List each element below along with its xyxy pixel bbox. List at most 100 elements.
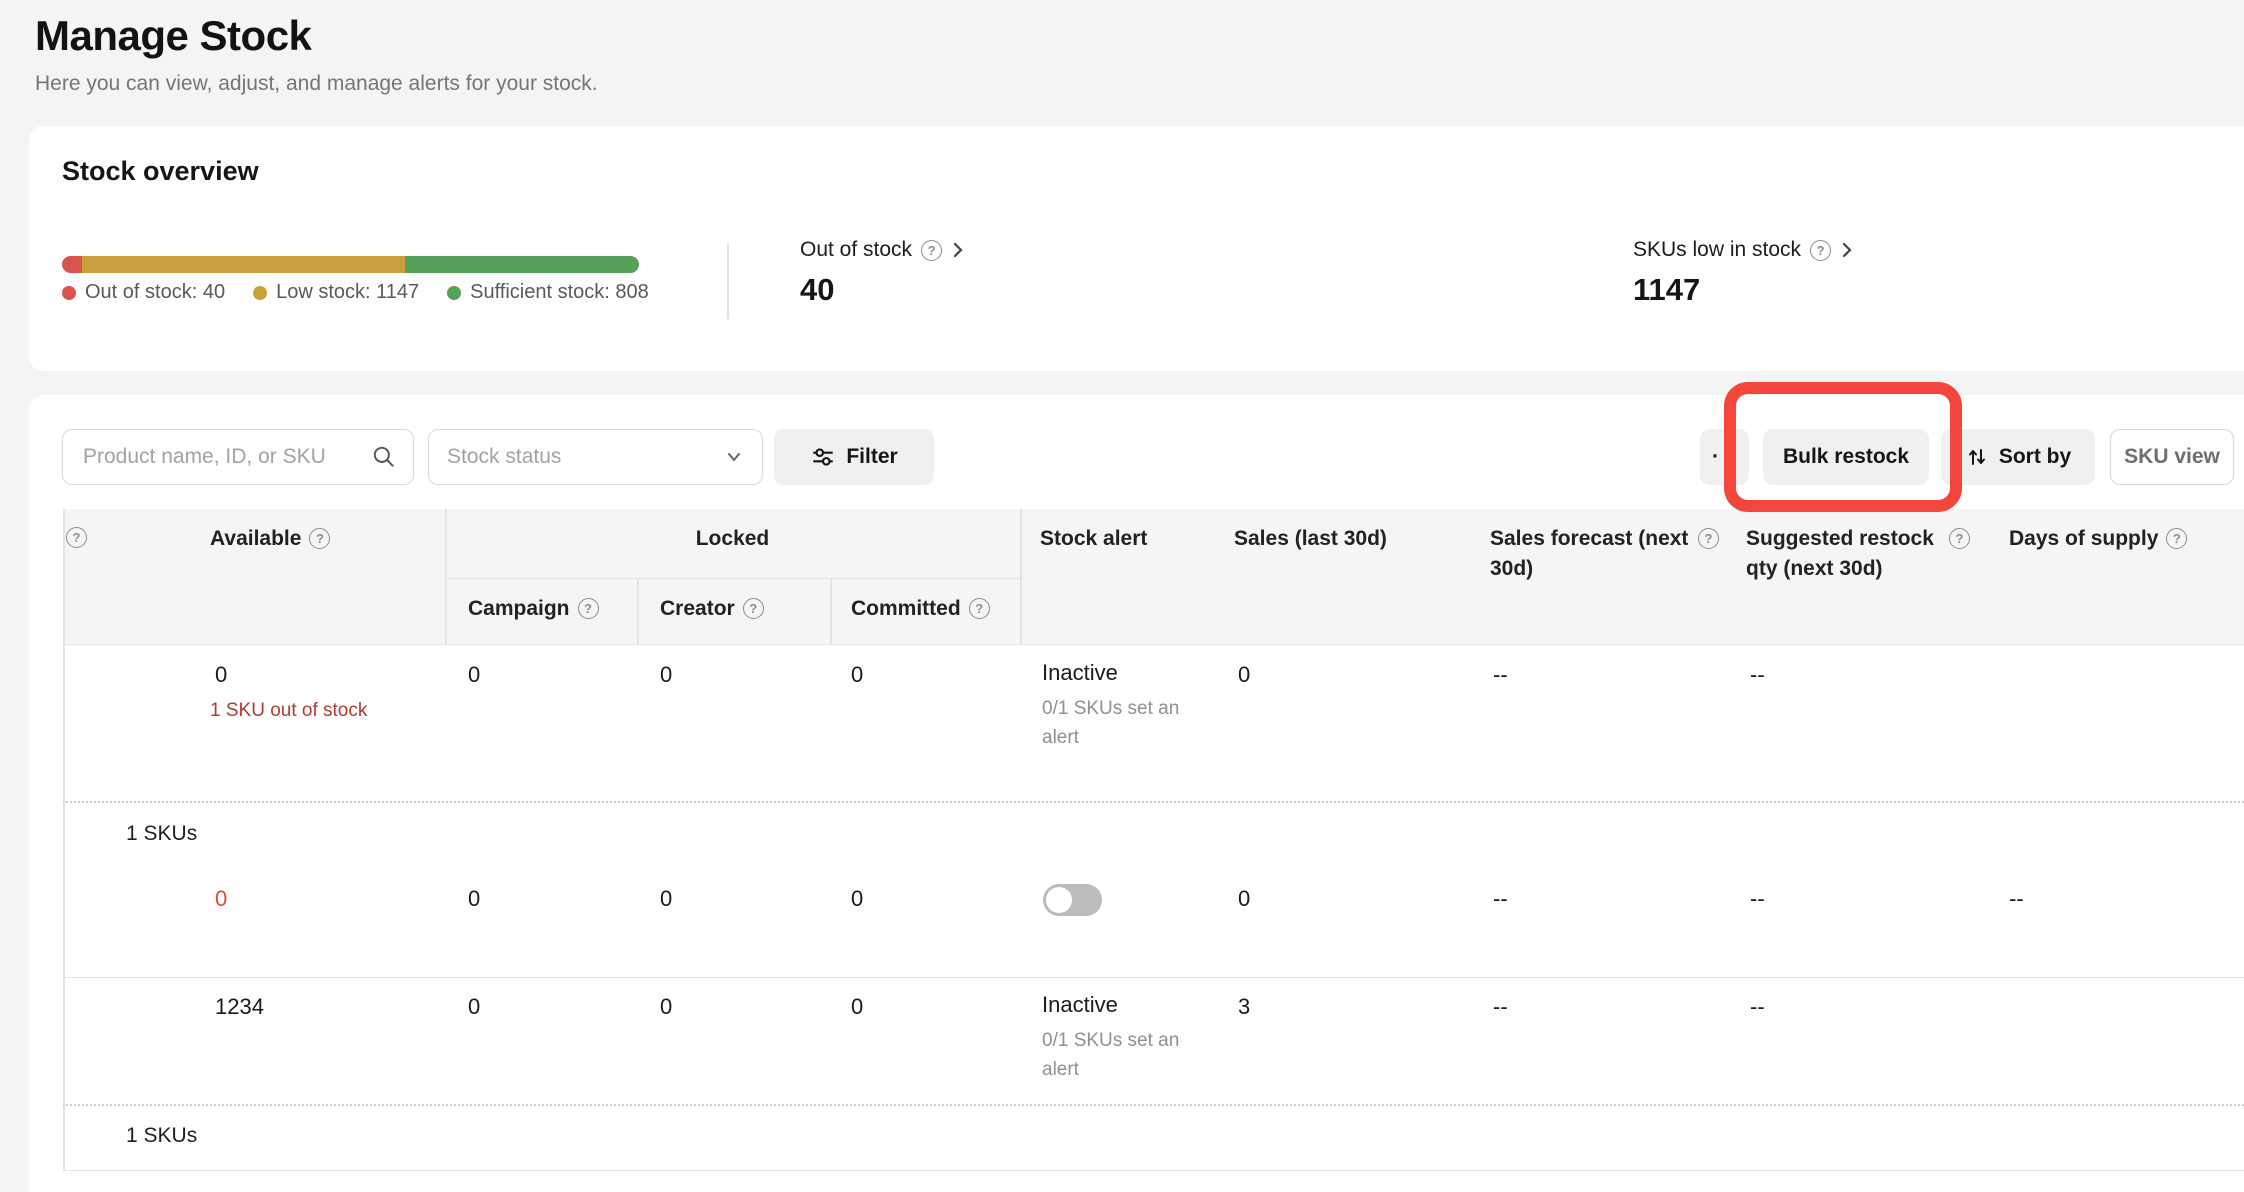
manage-stock-page: Manage Stock Here you can view, adjust, …	[0, 0, 2244, 1192]
chevron-right-icon	[1840, 240, 1854, 260]
cell-alert-status: Inactive	[1042, 660, 1118, 686]
campaign-label: Campaign	[468, 594, 570, 624]
out-of-stock-value: 40	[800, 272, 834, 308]
cell-available: 1234	[215, 994, 264, 1020]
cell-forecast: --	[1493, 662, 1508, 688]
legend-label: Sufficient stock: 808	[470, 281, 649, 304]
row-divider-dashed	[63, 1104, 2244, 1106]
legend-dot-red	[62, 286, 76, 300]
column-header-campaign: Campaign ?	[468, 594, 599, 624]
table-left-border	[63, 509, 65, 1170]
help-icon[interactable]: ?	[309, 528, 330, 549]
help-icon[interactable]: ?	[2166, 528, 2187, 549]
help-icon[interactable]: ?	[1949, 528, 1970, 549]
filter-button[interactable]: Filter	[774, 429, 934, 485]
committed-label: Committed	[851, 594, 961, 624]
column-header-available: Available ?	[210, 524, 330, 554]
row-divider-dashed	[63, 801, 2244, 803]
cell-available-note[interactable]: 1 SKU out of stock	[210, 700, 367, 722]
row-divider-solid	[63, 1170, 2244, 1171]
stock-overview-card	[29, 126, 2244, 371]
sku-group-label: 1 SKUs	[126, 1124, 197, 1148]
sku-group-label: 1 SKUs	[126, 822, 197, 846]
bar-segment-low-stock	[82, 256, 405, 273]
page-title: Manage Stock	[35, 12, 311, 60]
cell-sales: 3	[1238, 994, 1250, 1020]
legend-dot-green	[447, 286, 461, 300]
product-search-box	[62, 429, 414, 485]
help-icon[interactable]: ?	[578, 598, 599, 619]
stock-alert-toggle[interactable]	[1043, 884, 1102, 916]
legend-out-of-stock: Out of stock: 40	[62, 281, 225, 304]
locked-group-right-border	[1020, 509, 1022, 644]
locked-group-underline	[445, 578, 1020, 579]
cell-committed: 0	[851, 994, 863, 1020]
filter-sliders-icon	[810, 444, 836, 470]
stat-label: SKUs low in stock	[1633, 238, 1801, 262]
annotation-highlight-box	[1724, 382, 1962, 512]
campaign-creator-border	[637, 578, 639, 644]
more-dot: ·	[1712, 445, 1719, 469]
sort-by-label: Sort by	[1999, 445, 2071, 469]
filter-label: Filter	[846, 445, 897, 469]
sort-by-button[interactable]: Sort by	[1941, 429, 2095, 485]
cell-campaign: 0	[468, 886, 480, 912]
cell-suggested: --	[1750, 662, 1765, 688]
column-header-creator: Creator ?	[660, 594, 764, 624]
bar-segment-sufficient	[405, 256, 639, 273]
cell-forecast: --	[1493, 994, 1508, 1020]
cell-suggested: --	[1750, 886, 1765, 912]
skus-low-stat-link[interactable]: SKUs low in stock ?	[1633, 238, 1854, 262]
column-header-suggested-restock: Suggested restock qty (next 30d) ?	[1746, 524, 1996, 584]
skus-low-value: 1147	[1633, 272, 1700, 308]
column-header-days-of-supply: Days of supply ?	[2009, 524, 2187, 554]
search-icon[interactable]	[371, 444, 397, 470]
cell-committed: 0	[851, 886, 863, 912]
search-input[interactable]	[81, 444, 371, 470]
toggle-knob	[1046, 887, 1072, 913]
column-header-forecast: Sales forecast (next 30d) ?	[1490, 524, 1750, 584]
chevron-right-icon	[951, 240, 965, 260]
bar-segment-out-of-stock	[62, 256, 82, 273]
stat-label: Out of stock	[800, 238, 912, 262]
cell-alert-status: Inactive	[1042, 992, 1118, 1018]
column-header-locked-group: Locked	[445, 524, 1020, 554]
legend-dot-yellow	[253, 286, 267, 300]
stock-legend: Out of stock: 40 Low stock: 1147 Suffici…	[62, 281, 649, 304]
overview-divider	[727, 243, 729, 319]
out-of-stock-stat-link[interactable]: Out of stock ?	[800, 238, 965, 262]
cell-campaign: 0	[468, 662, 480, 688]
cut-column-help-icon[interactable]: ?	[66, 527, 87, 548]
stock-status-select[interactable]: Stock status	[428, 429, 763, 485]
help-icon[interactable]: ?	[743, 598, 764, 619]
cell-committed: 0	[851, 662, 863, 688]
help-icon[interactable]: ?	[1698, 528, 1719, 549]
help-icon[interactable]: ?	[1810, 240, 1831, 261]
cell-alert-sub: 0/1 SKUs set an alert	[1042, 1026, 1202, 1084]
cell-sales: 0	[1238, 886, 1250, 912]
column-header-stock-alert: Stock alert	[1040, 524, 1147, 554]
stock-status-placeholder: Stock status	[447, 445, 561, 469]
table-header-bottom-border	[63, 644, 2244, 645]
cell-creator: 0	[660, 994, 672, 1020]
cell-suggested: --	[1750, 994, 1765, 1020]
help-icon[interactable]: ?	[969, 598, 990, 619]
stock-overview-title: Stock overview	[62, 156, 259, 187]
sku-view-label: SKU view	[2124, 445, 2220, 469]
creator-label: Creator	[660, 594, 735, 624]
cell-days-of-supply: --	[2009, 886, 2024, 912]
legend-sufficient-stock: Sufficient stock: 808	[447, 281, 649, 304]
cell-forecast: --	[1493, 886, 1508, 912]
creator-committed-border	[830, 578, 832, 644]
forecast-label: Sales forecast (next 30d)	[1490, 524, 1690, 584]
page-subtitle: Here you can view, adjust, and manage al…	[35, 72, 598, 96]
cell-available-red: 0	[215, 886, 227, 912]
available-label: Available	[210, 524, 301, 554]
cell-creator: 0	[660, 886, 672, 912]
stock-distribution-bar	[62, 256, 639, 273]
column-header-sales: Sales (last 30d)	[1234, 524, 1387, 554]
help-icon[interactable]: ?	[921, 240, 942, 261]
cell-alert-sub: 0/1 SKUs set an alert	[1042, 694, 1202, 752]
sku-view-button[interactable]: SKU view	[2110, 429, 2234, 485]
cell-creator: 0	[660, 662, 672, 688]
